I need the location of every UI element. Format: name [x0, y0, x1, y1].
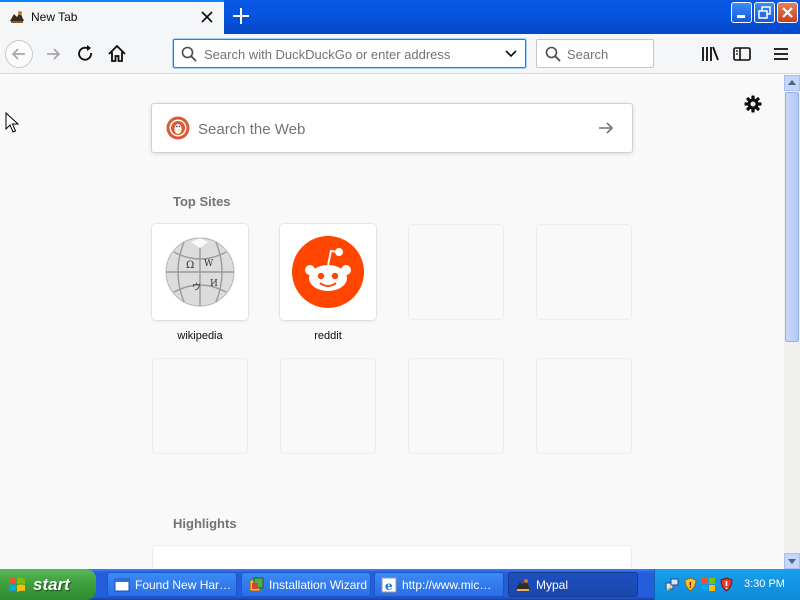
web-search-input[interactable] — [198, 118, 578, 140]
highlight-card[interactable] — [152, 545, 632, 569]
tab-title: New Tab — [31, 10, 78, 24]
mypal-icon — [10, 11, 24, 23]
arrow-right-icon — [47, 48, 61, 60]
top-site-label: reddit — [314, 330, 342, 342]
gear-icon[interactable] — [743, 94, 763, 114]
wikipedia-icon: Ω W И ウ — [165, 237, 235, 307]
svg-text:Ω: Ω — [186, 260, 194, 271]
top-site-placeholder — [536, 358, 632, 454]
search-icon — [545, 46, 561, 62]
sidebar-icon[interactable] — [732, 44, 752, 64]
mouse-cursor-icon — [5, 112, 19, 133]
triangle-up-icon — [788, 80, 796, 85]
svg-text:И: И — [210, 279, 218, 289]
svg-text:!: ! — [689, 581, 693, 590]
top-site-placeholder — [408, 224, 504, 320]
taskbar-label: Mypal — [536, 578, 569, 592]
restore-icon — [758, 6, 771, 19]
clock: 3:30 PM — [744, 578, 785, 590]
arrow-right-icon[interactable] — [596, 118, 616, 138]
address-bar[interactable] — [173, 39, 526, 68]
vertical-scrollbar[interactable] — [784, 75, 800, 569]
back-button[interactable] — [5, 40, 33, 68]
reload-button[interactable] — [72, 40, 100, 68]
top-site-placeholder — [152, 358, 248, 454]
close-tab-icon[interactable] — [198, 8, 216, 26]
close-window-button[interactable] — [777, 2, 798, 23]
start-button[interactable]: start — [0, 569, 96, 600]
search-input[interactable] — [567, 44, 651, 64]
top-site-placeholder — [280, 358, 376, 454]
svg-text:e: e — [385, 579, 393, 593]
web-search-box[interactable] — [151, 103, 633, 153]
top-site-label: wikipedia — [177, 330, 223, 342]
taskbar-button-installation-wizard[interactable]: Installation Wizard — [241, 572, 371, 597]
search-icon — [181, 46, 197, 62]
home-button[interactable] — [103, 40, 131, 68]
forward-button[interactable] — [39, 40, 67, 68]
security-alert-icon[interactable] — [719, 577, 734, 592]
taskbar-button-internet-explorer[interactable]: e http://www.mic… — [374, 572, 504, 597]
search-bar[interactable] — [536, 39, 654, 68]
restore-button[interactable] — [754, 2, 775, 23]
mypal-icon — [516, 579, 530, 591]
navigation-toolbar — [0, 34, 800, 74]
taskbar-label: http://www.mic… — [402, 578, 492, 592]
taskbar-label: Installation Wizard — [269, 578, 367, 592]
tab-new-tab[interactable]: New Tab — [0, 0, 224, 34]
scroll-down-button[interactable] — [784, 553, 800, 569]
title-bar: New Tab — [0, 0, 800, 34]
top-site-placeholder — [536, 224, 632, 320]
reddit-icon — [292, 236, 364, 308]
arrow-left-icon — [11, 48, 25, 60]
hamburger-menu-icon[interactable] — [771, 44, 791, 64]
security-shield-icon[interactable]: ! — [683, 577, 698, 592]
chevron-down-icon[interactable] — [504, 48, 518, 60]
taskbar-button-mypal[interactable]: Mypal — [508, 572, 638, 597]
triangle-down-icon — [788, 559, 796, 564]
minimize-button[interactable] — [731, 2, 752, 23]
windows-logo-icon — [9, 577, 25, 592]
updates-icon[interactable] — [701, 577, 716, 592]
system-tray: ! 3:30 PM — [654, 569, 800, 600]
home-icon — [108, 44, 126, 62]
highlights-heading: Highlights — [173, 516, 237, 531]
scrollbar-thumb[interactable] — [785, 92, 799, 342]
ie-icon: e — [381, 577, 397, 593]
reload-icon — [78, 45, 92, 61]
library-icon[interactable] — [700, 44, 720, 64]
new-tab-icon[interactable] — [230, 5, 252, 27]
taskbar-button-found-new-hardware[interactable]: Found New Har… — [107, 572, 237, 597]
taskbar: start Found New Har… Installation Wizard… — [0, 569, 800, 600]
svg-text:ウ: ウ — [192, 282, 201, 293]
address-input[interactable] — [204, 44, 494, 64]
top-sites-heading: Top Sites — [173, 194, 231, 209]
duckduckgo-icon — [166, 116, 190, 140]
start-label: start — [33, 575, 70, 594]
taskbar-label: Found New Har… — [135, 578, 232, 592]
setup-icon — [249, 577, 264, 592]
minimize-icon — [737, 15, 745, 18]
window-icon — [114, 578, 130, 592]
svg-text:W: W — [204, 259, 214, 269]
top-site-tile-wikipedia[interactable]: Ω W И ウ — [152, 224, 248, 320]
top-site-placeholder — [408, 358, 504, 454]
close-icon — [782, 7, 793, 18]
network-icon[interactable] — [665, 577, 680, 592]
new-tab-page: Top Sites Ω W И ウ wikipedia reddit — [0, 75, 784, 569]
scroll-up-button[interactable] — [784, 75, 800, 91]
top-site-tile-reddit[interactable] — [280, 224, 376, 320]
